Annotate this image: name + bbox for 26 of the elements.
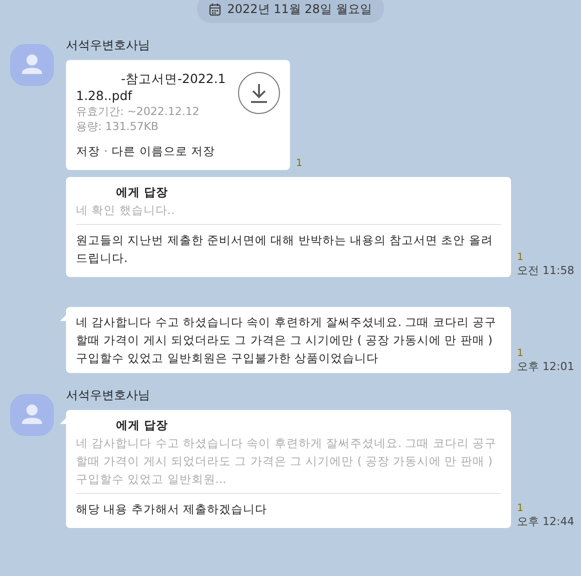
message-time: 오후 12:44 <box>517 515 574 528</box>
sender-name: 서석우변호사님 <box>66 387 151 404</box>
reply-label: 에게 답장 <box>115 184 170 201</box>
avatar-icon[interactable] <box>10 394 54 436</box>
calendar-icon <box>209 3 222 16</box>
save-link[interactable]: 저장 <box>76 142 100 160</box>
file-expiry: 유효기간: ~2022.12.12 <box>76 104 200 119</box>
message-text: 네 감사합니다 수고 하셨습니다 속이 후련하게 잘써주셨네요. 그때 코다리 공구할때 가격이 게시 되었더라도 그 가격은 그 시기에만 ( 공장 가동시에 만 판매 ) 구입할수 있었고 일반회원은 구입불가한 상품이었습니다 <box>76 314 498 367</box>
separator: · <box>104 143 108 160</box>
date-text: 2022년 11월 28일 월요일 <box>227 1 372 18</box>
reply-label: 에게 답장 <box>115 417 170 434</box>
unread-count: 1 <box>517 502 524 515</box>
unread-count: 1 <box>296 157 302 170</box>
download-button[interactable] <box>238 72 280 114</box>
sender-name: 서석우변호사님 <box>66 37 151 54</box>
message-time: 오전 11:58 <box>517 264 574 277</box>
message-text: 해당 내용 추가해서 제출하겠습니다 <box>76 501 268 518</box>
unread-count: 1 <box>517 251 524 264</box>
save-as-link[interactable]: 다른 이름으로 저장 <box>112 142 215 160</box>
avatar-icon[interactable] <box>10 44 54 86</box>
download-icon <box>249 82 269 104</box>
message-text: 원고들의 지난번 제출한 준비서면에 대해 반박하는 내용의 참고서면 초안 올려드립니다. <box>76 232 494 267</box>
file-name[interactable]: -참고서면-2022.11.28..pdf <box>76 70 226 104</box>
unread-count: 1 <box>517 347 524 360</box>
message-time: 오후 12:01 <box>517 360 574 373</box>
file-size: 용량: 131.57KB <box>76 119 160 134</box>
